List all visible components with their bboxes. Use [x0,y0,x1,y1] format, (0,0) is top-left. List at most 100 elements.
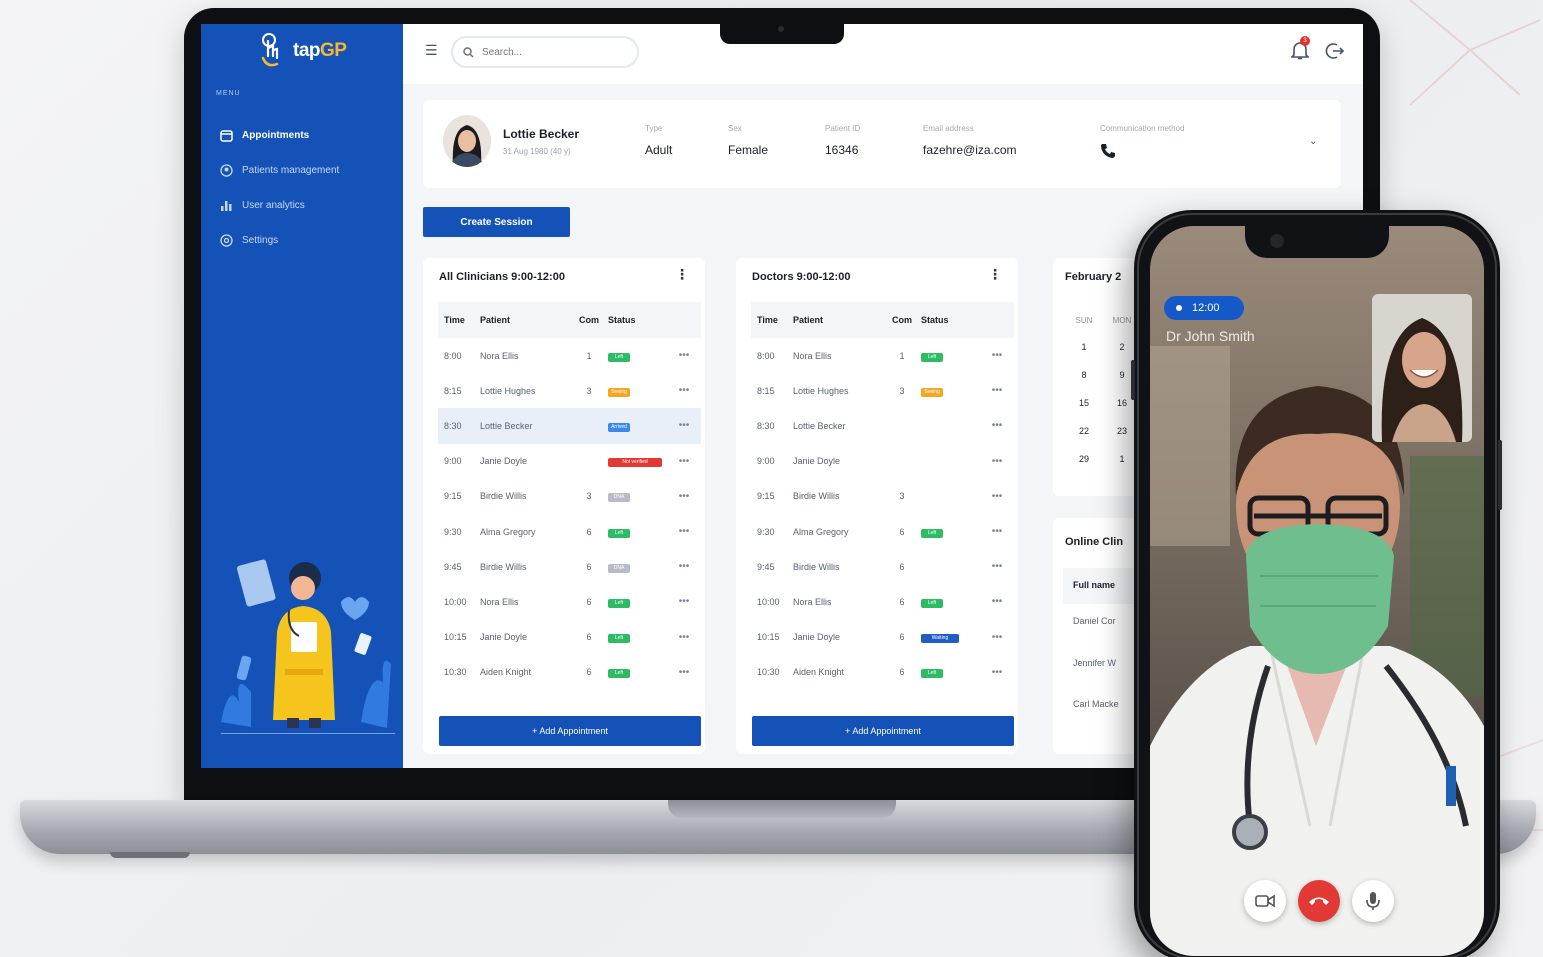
microphone-button[interactable] [1352,880,1394,922]
appointment-time: 9:30 [444,526,462,537]
sidebar-item-label: Patients management [242,165,340,176]
table-row[interactable]: 10:15 Janie Doyle 6 Waiting ••• [751,620,1014,655]
appointment-patient: Lottie Hughes [793,385,849,396]
field-value: 16346 [825,143,859,157]
create-session-button[interactable]: Create Session [423,207,570,237]
calendar-date[interactable]: 15 [1065,398,1103,414]
row-more-options-icon[interactable]: ••• [672,491,696,502]
calendar-date[interactable]: 29 [1065,454,1103,470]
row-more-options-icon[interactable]: ••• [672,632,696,643]
appointment-patient: Lottie Becker [793,420,846,431]
table-row[interactable]: 8:15 Lottie Hughes 3 Seeing ••• [438,373,701,408]
appointment-status-cell: Seeing [608,385,672,397]
row-more-options-icon[interactable]: ••• [985,350,1009,361]
add-appointment-button[interactable]: + Add Appointment [752,716,1014,746]
appointment-time: 9:30 [757,526,775,537]
table-row[interactable]: 9:15 Birdie Willis 3 ••• [751,479,1014,514]
chevron-down-icon[interactable]: ⌄ [1309,136,1317,147]
calendar-date[interactable]: 8 [1065,370,1103,386]
table-row[interactable]: 9:00 Janie Doyle ••• [751,444,1014,479]
status-badge: Left [608,634,630,644]
calendar-date[interactable]: 1 [1065,342,1103,358]
appointment-patient: Janie Doyle [480,632,528,643]
row-more-options-icon[interactable]: ••• [985,491,1009,502]
online-clinician-row[interactable]: Carl Macke [1073,699,1119,709]
appointment-patient: Nora Ellis [793,596,832,607]
appointment-patient: Birdie Willis [793,491,840,502]
row-more-options-icon[interactable]: ••• [672,385,696,396]
sidebar-item-appointments[interactable]: Appointments [219,118,399,153]
appointment-time: 10:00 [444,596,467,607]
table-body: 8:00 Nora Ellis 1 Left ••• 8:15 Lottie Hughes 3… [438,338,701,690]
table-row[interactable]: 8:15 Lottie Hughes 3 Seeing ••• [751,373,1014,408]
table-row[interactable]: 8:00 Nora Ellis 1 Left ••• [751,338,1014,373]
status-badge: Waiting [921,634,959,644]
status-badge: Seeing [608,387,630,397]
table-row[interactable]: 8:00 Nora Ellis 1 Left ••• [438,338,701,373]
self-view-video[interactable] [1372,294,1472,442]
row-more-options-icon[interactable]: ••• [985,667,1009,678]
table-row[interactable]: 10:30 Aiden Knight 6 Left ••• [751,655,1014,690]
row-more-options-icon[interactable]: ••• [672,526,696,537]
row-more-options-icon[interactable]: ••• [985,385,1009,396]
online-clinician-row[interactable]: Daniel Cor [1073,616,1116,626]
row-more-options-icon[interactable]: ••• [985,526,1009,537]
row-more-options-icon[interactable]: ••• [672,667,696,678]
table-row[interactable]: 9:30 Alma Gregory 6 Left ••• [751,514,1014,549]
online-clinician-row[interactable]: Jennifer W [1073,658,1116,668]
search-input[interactable] [482,46,622,58]
row-more-options-icon[interactable]: ••• [985,632,1009,643]
table-row[interactable]: 9:00 Janie Doyle Not verified ••• [438,444,701,479]
hamburger-menu-icon[interactable]: ☰ [425,42,439,59]
row-more-options-icon[interactable]: ••• [672,561,696,572]
row-more-options-icon[interactable]: ••• [672,350,696,361]
table-row[interactable]: 9:45 Birdie Willis 6 ••• [751,549,1014,584]
table-row[interactable]: 9:15 Birdie Willis 3 DNA ••• [438,479,701,514]
table-row[interactable]: 10:00 Nora Ellis 6 Left ••• [438,584,701,619]
row-more-options-icon[interactable]: ••• [672,420,696,431]
camera-toggle-button[interactable] [1244,880,1286,922]
table-row[interactable]: 10:00 Nora Ellis 6 Left ••• [751,584,1014,619]
table-row[interactable]: 8:30 Lottie Becker ••• [751,408,1014,443]
call-timer-pill: 12:00 [1164,296,1244,320]
status-badge: DNA [608,563,630,573]
sidebar-item-patients-management[interactable]: Patients management [219,153,399,188]
row-more-options-icon[interactable]: ••• [985,596,1009,607]
kebab-menu-icon[interactable]: ⋮ [988,266,1002,283]
search-box[interactable] [451,36,639,68]
appointment-patient: Birdie Willis [793,561,840,572]
patient-name: Lottie Becker [503,127,580,141]
appointment-status-cell: Left [921,596,985,608]
patient-email-field: Email address fazehre@iza.com [923,124,1017,157]
end-call-button[interactable] [1298,880,1340,922]
table-row[interactable]: 10:30 Aiden Knight 6 Left ••• [438,655,701,690]
appointments-table: Time Patient Com Status 8:00 Nora Ellis 1 L… [438,302,701,690]
table-row[interactable]: 8:30 Lottie Becker Arrived ••• [438,408,701,444]
add-appointment-button[interactable]: + Add Appointment [439,716,701,746]
weekday-label: SUN [1075,316,1093,325]
logout-icon[interactable] [1325,41,1345,61]
laptop-lid-notch [668,800,896,818]
table-row[interactable]: 9:30 Alma Gregory 6 Left ••• [438,514,701,549]
topbar: ☰ 3 [403,24,1363,84]
table-row[interactable]: 10:15 Janie Doyle 6 Left ••• [438,620,701,655]
front-camera [1270,234,1284,248]
row-more-options-icon[interactable]: ••• [985,420,1009,431]
appointment-com: 6 [586,526,592,537]
sidebar-item-settings[interactable]: Settings [219,223,399,258]
calendar-date[interactable]: 22 [1065,426,1103,442]
row-more-options-icon[interactable]: ••• [672,596,696,607]
status-badge: DNA [608,493,630,503]
video-call-screen: 12:00 Dr John Smith [1150,226,1484,956]
kebab-menu-icon[interactable]: ⋮ [675,266,689,283]
patients-icon [219,164,233,178]
logo-hand-icon [261,33,279,67]
row-more-options-icon[interactable]: ••• [672,456,696,467]
row-more-options-icon[interactable]: ••• [985,456,1009,467]
notifications-button[interactable]: 3 [1290,36,1311,62]
table-row[interactable]: 9:45 Birdie Willis 6 DNA ••• [438,549,701,584]
appointment-patient: Birdie Willis [480,561,527,572]
sidebar-item-user-analytics[interactable]: User analytics [219,188,399,223]
row-more-options-icon[interactable]: ••• [985,561,1009,572]
app-logo[interactable]: tapGP [259,32,347,70]
